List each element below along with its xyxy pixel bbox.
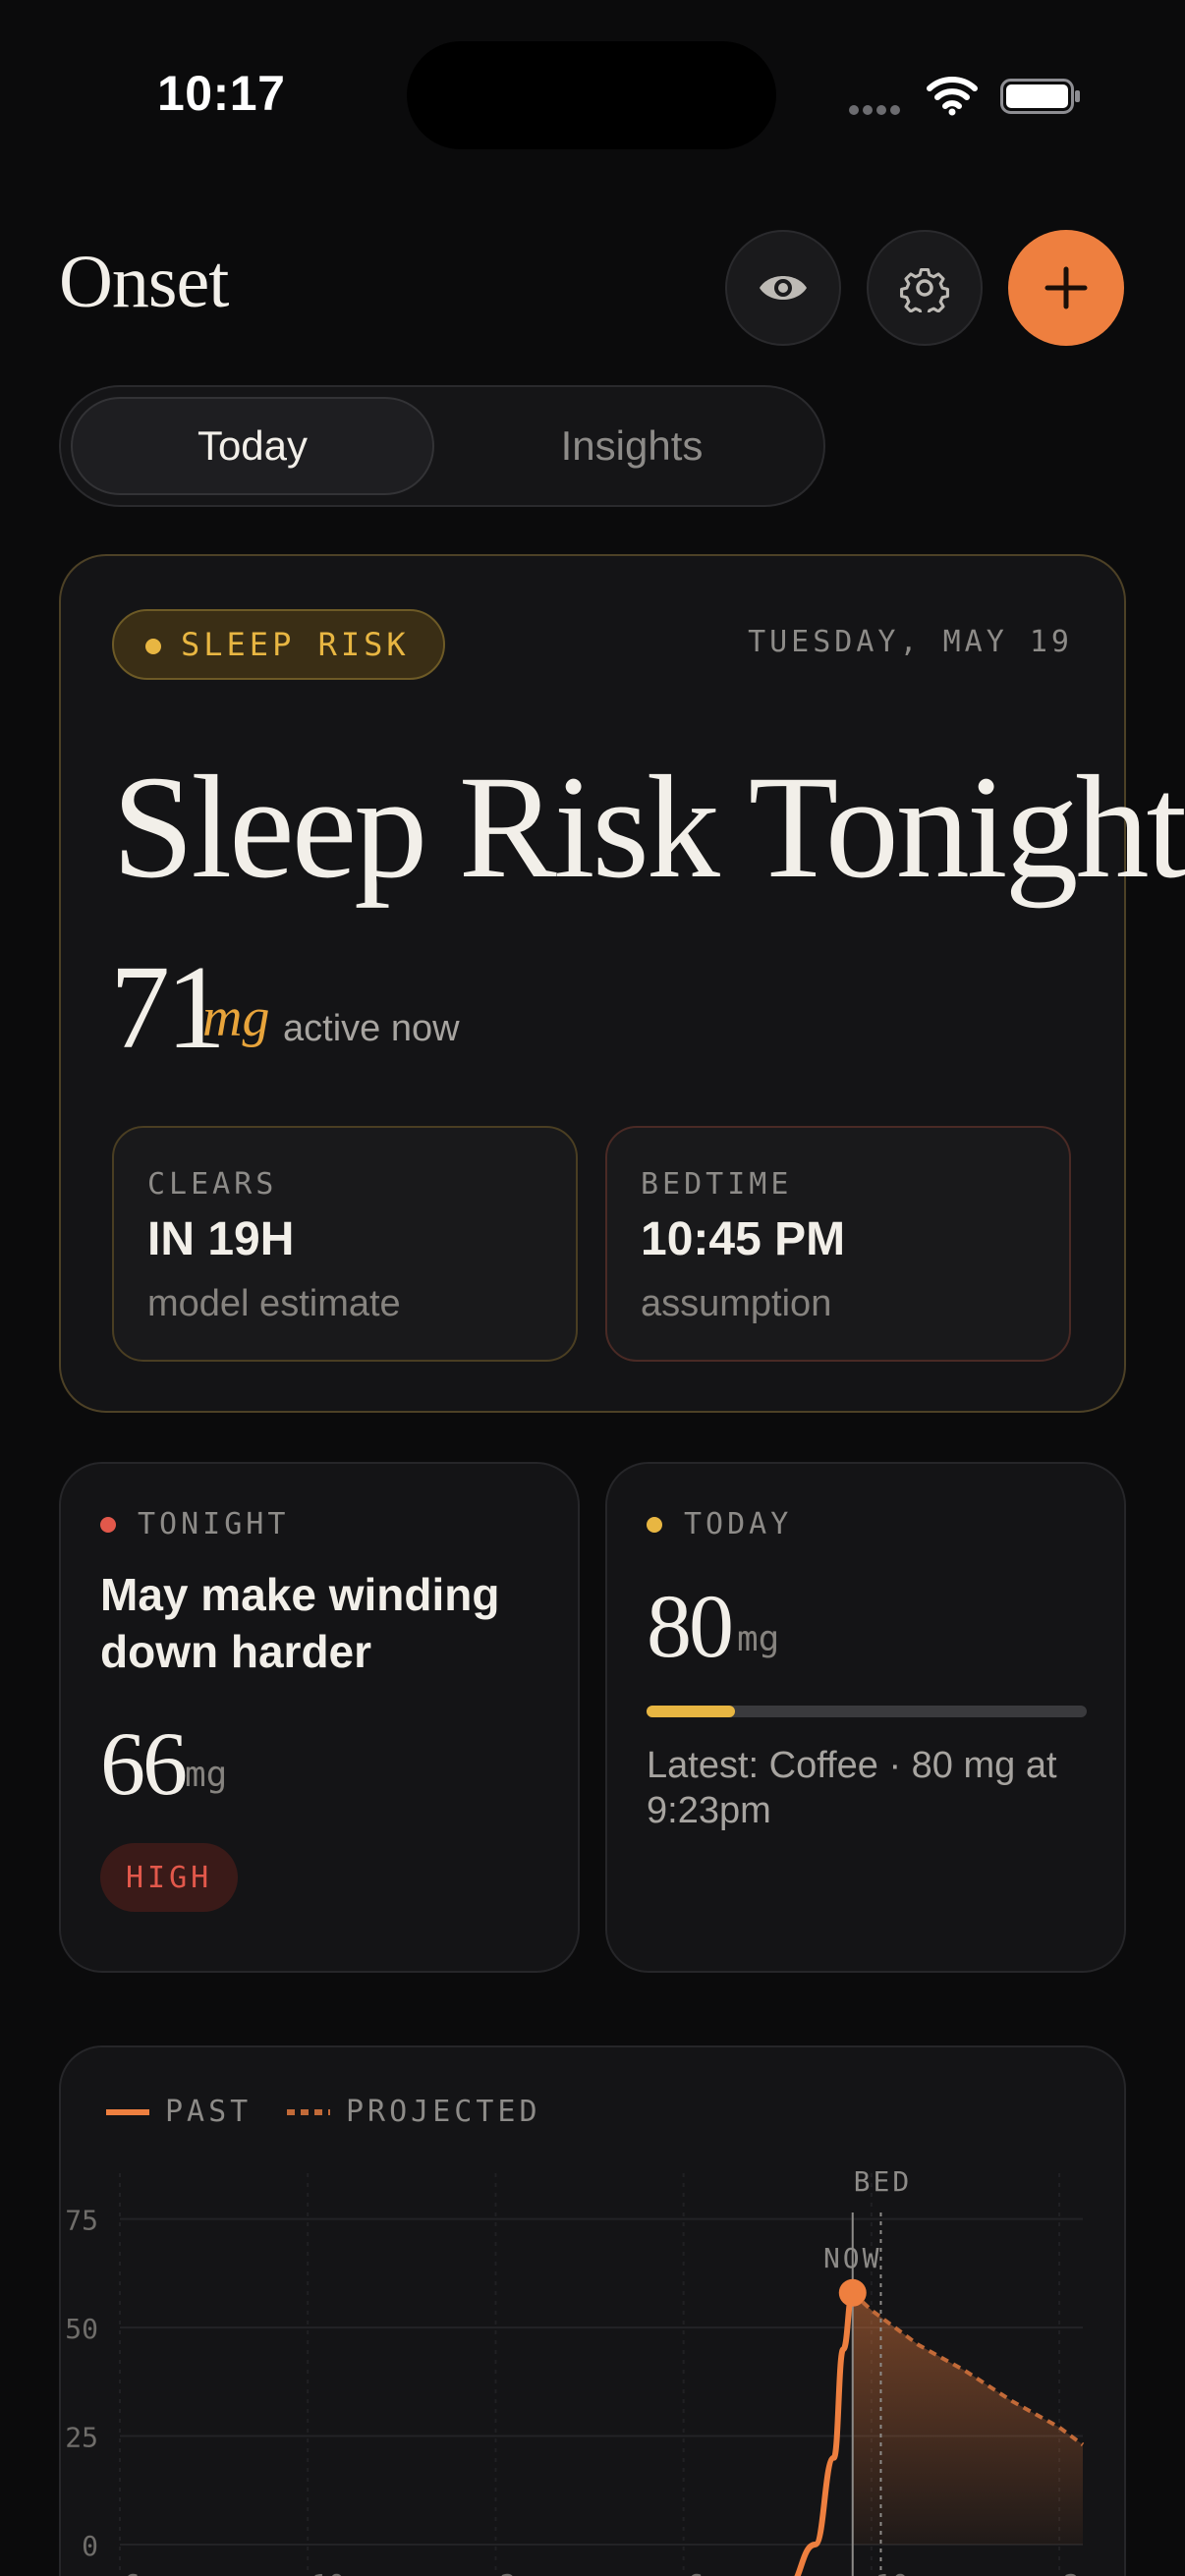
x-tick-label: 6 p: [688, 2568, 738, 2576]
x-tick-label: 2 a: [1063, 2568, 1113, 2576]
today-label: TODAY: [684, 1507, 793, 1541]
danger-dot-icon: [100, 1517, 116, 1533]
active-caffeine-note: active now: [283, 1008, 460, 1049]
x-tick-label: 6 a: [124, 2568, 174, 2576]
settings-button[interactable]: [867, 230, 983, 346]
bed-marker-label: BED: [854, 2165, 913, 2198]
today-total-unit: mg: [737, 1619, 780, 1659]
daily-progress-fill: [647, 1706, 735, 1717]
y-tick-label: 0: [82, 2530, 98, 2562]
projected-area: [852, 2292, 1083, 2545]
add-intake-button[interactable]: [1008, 230, 1124, 346]
bedtime-card[interactable]: BEDTIME 10:45 PM assumption: [605, 1126, 1071, 1362]
past-series-line: [794, 2289, 856, 2576]
y-tick-label: 25: [65, 2422, 98, 2454]
x-tick-label: 10 p: [875, 2568, 941, 2576]
battery-icon: [1000, 79, 1080, 114]
legend-projected-swatch: [287, 2108, 330, 2115]
active-caffeine-unit: mg: [202, 987, 270, 1048]
now-point: [838, 2278, 867, 2307]
sleep-risk-badge: SLEEP RISK: [112, 609, 445, 680]
dynamic-island: [407, 41, 776, 149]
cellular-signal-icon: [849, 102, 904, 120]
status-time: 10:17: [157, 66, 286, 121]
y-tick-label: 50: [65, 2313, 98, 2345]
sleep-risk-card[interactable]: SLEEP RISK TUESDAY, MAY 19 Sleep Risk To…: [59, 554, 1185, 1413]
tab-today[interactable]: Today: [71, 397, 434, 495]
bedtime-note: assumption: [641, 1283, 832, 1324]
tonight-label: TONIGHT: [138, 1507, 290, 1541]
tonight-card[interactable]: TONIGHT May make winding down harder 66 …: [59, 1462, 580, 1973]
clears-value: IN 19H: [147, 1213, 295, 1265]
gear-icon: [900, 267, 949, 312]
y-tick-label: 75: [65, 2205, 98, 2237]
daily-progress-bar: [647, 1706, 1087, 1717]
hero-date: TUESDAY, MAY 19: [748, 625, 1073, 659]
tonight-message: May make winding down harder: [100, 1569, 500, 1677]
hero-heading: Sleep Risk Tonight: [112, 746, 1185, 909]
legend-past-label: PAST: [165, 2095, 253, 2129]
app-title: Onset: [59, 241, 229, 323]
x-tick-label: 10 a: [311, 2568, 377, 2576]
latest-intake: Latest: Coffee · 80 mg at 9:23pm: [647, 1745, 1057, 1831]
caffeine-curve-card[interactable]: 75 50 25 0 6 a 10 a 2 p 6 p 10 p 2 a BED NOW PAST P…: [59, 2045, 1126, 2576]
clears-label: CLEARS: [147, 1167, 278, 1202]
legend-past-swatch: [106, 2108, 149, 2115]
now-marker-label: NOW: [823, 2242, 882, 2274]
status-dot-icon: [145, 639, 161, 654]
tonight-value: 66: [100, 1713, 188, 1814]
legend-past: PAST: [106, 2095, 252, 2129]
visibility-button[interactable]: [725, 230, 841, 346]
plus-icon: [1044, 266, 1088, 309]
tonight-unit: mg: [185, 1755, 228, 1795]
x-tick-label: 2 p: [499, 2568, 549, 2576]
clears-card: CLEARS IN 19H model estimate: [112, 1126, 578, 1362]
legend-projected-label: PROJECTED: [346, 2095, 541, 2129]
today-total-value: 80: [647, 1576, 734, 1676]
warning-dot-icon: [647, 1517, 662, 1533]
clears-note: model estimate: [147, 1283, 401, 1324]
risk-level-badge: HIGH: [100, 1843, 239, 1912]
legend-projected: PROJECTED: [287, 2095, 541, 2129]
view-tabs: Today Insights: [59, 385, 825, 507]
bedtime-value: 10:45 PM: [641, 1213, 846, 1265]
tab-insights[interactable]: Insights: [450, 397, 814, 495]
sleep-risk-badge-label: SLEEP RISK: [181, 626, 410, 663]
bedtime-label: BEDTIME: [641, 1167, 793, 1202]
eye-icon: [760, 276, 807, 300]
today-card[interactable]: TODAY 80 mg Latest: Coffee · 80 mg at 9:…: [605, 1462, 1126, 1973]
wifi-icon: [927, 77, 978, 116]
